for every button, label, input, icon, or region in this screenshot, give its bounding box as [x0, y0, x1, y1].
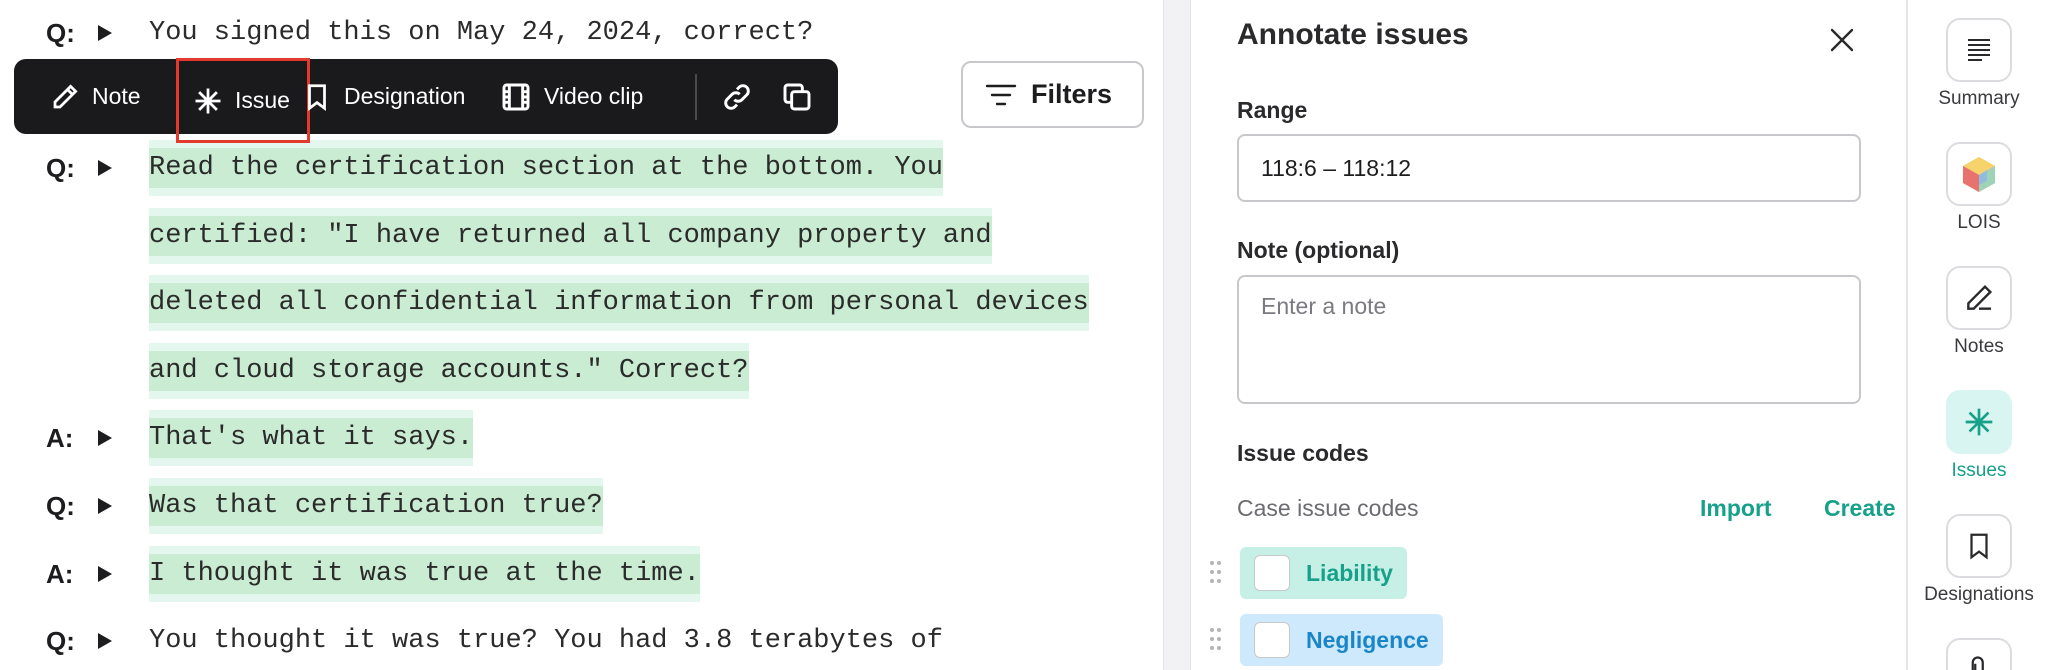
bookmark-icon — [308, 83, 326, 111]
transcript-line: Q: You signed this on May 24, 2024, corr… — [0, 13, 1163, 53]
speaker-label: A: — [46, 423, 74, 453]
asterisk-icon — [195, 88, 221, 113]
transcript-line: Q: You thought it was true? You had 3.8 … — [0, 621, 1163, 661]
play-icon[interactable] — [98, 633, 112, 649]
designation-button-label: Designation — [344, 83, 466, 109]
asterisk-icon — [1946, 390, 2012, 454]
pane-resize-handle[interactable] — [1163, 0, 1191, 670]
lois-icon — [1946, 142, 2012, 206]
toolbar-divider — [695, 74, 697, 120]
issue-code-name: Negligence — [1306, 626, 1429, 653]
note-label: Note (optional) — [1237, 237, 1400, 263]
right-rail: Summary LOIS Notes Issues Designations — [1906, 0, 2048, 670]
pen-icon — [1946, 266, 2012, 330]
pencil-icon — [53, 83, 78, 108]
transcript-text[interactable]: Was that certification true? — [149, 486, 603, 526]
film-icon — [502, 83, 530, 110]
transcript-text[interactable]: and cloud storage accounts." Correct? — [149, 351, 749, 391]
play-icon[interactable] — [98, 160, 112, 176]
video-clip-button-label: Video clip — [544, 83, 644, 109]
range-input[interactable] — [1237, 134, 1861, 202]
create-link[interactable]: Create — [1824, 495, 1896, 522]
video-clip-button[interactable]: Video clip — [500, 59, 643, 134]
filter-icon — [985, 84, 1017, 105]
drag-handle-icon[interactable] — [1210, 561, 1222, 585]
note-button[interactable]: Note — [50, 59, 141, 134]
issue-code-checkbox[interactable] — [1254, 555, 1290, 591]
issue-button[interactable]: Issue — [176, 58, 310, 143]
transcript-line: A: I thought it was true at the time. — [0, 554, 1163, 594]
play-icon[interactable] — [98, 430, 112, 446]
transcript-line: and cloud storage accounts." Correct? — [0, 351, 1163, 391]
rail-item-label: Issues — [1951, 460, 2007, 481]
rail-item-label: Summary — [1938, 88, 2020, 109]
issue-code-negligence[interactable]: Negligence — [1240, 614, 1443, 666]
transcript-line: certified: "I have returned all company … — [0, 216, 1163, 256]
issue-code-row: Liability — [1192, 547, 1892, 599]
close-icon — [1830, 28, 1854, 52]
transcript-text[interactable]: certified: "I have returned all company … — [149, 216, 992, 256]
speaker-label: Q: — [46, 626, 75, 656]
speaker-label: Q: — [46, 153, 75, 183]
transcript-text[interactable]: You thought it was true? You had 3.8 ter… — [149, 621, 943, 661]
issue-code-row: Negligence — [1192, 614, 1892, 666]
play-icon[interactable] — [98, 498, 112, 514]
link-icon — [724, 83, 750, 110]
speaker-label: Q: — [46, 491, 75, 521]
copy-icon — [783, 83, 811, 110]
issue-code-liability[interactable]: Liability — [1240, 547, 1407, 599]
case-issue-codes-label: Case issue codes — [1237, 495, 1419, 521]
filters-button-label: Filters — [1031, 79, 1113, 109]
transcript-line: A: That's what it says. — [0, 418, 1163, 458]
issue-code-name: Liability — [1306, 559, 1393, 586]
note-button-label: Note — [92, 83, 141, 109]
import-link[interactable]: Import — [1700, 495, 1772, 522]
speaker-label: Q: — [46, 18, 75, 48]
play-icon[interactable] — [98, 25, 112, 41]
paperclip-icon — [1946, 638, 2012, 670]
transcript-text[interactable]: I thought it was true at the time. — [149, 554, 700, 594]
drag-handle-icon[interactable] — [1210, 628, 1222, 652]
filters-button[interactable]: Filters — [961, 61, 1144, 128]
selection-toolbar: Note Issue Designation Video clip — [14, 58, 838, 143]
rail-item-label: LOIS — [1957, 212, 2001, 233]
bookmark-icon — [1946, 514, 2012, 578]
rail-item-label: Designations — [1924, 584, 2034, 605]
rail-item-label: Notes — [1954, 336, 2004, 357]
copy-link-button[interactable] — [721, 59, 753, 134]
speaker-label: A: — [46, 559, 74, 589]
transcript-line: deleted all confidential information fro… — [0, 283, 1163, 323]
issue-code-checkbox[interactable] — [1254, 622, 1290, 658]
transcript-text[interactable]: deleted all confidential information fro… — [149, 283, 1089, 323]
copy-button[interactable] — [781, 59, 813, 134]
transcript-text[interactable]: That's what it says. — [149, 418, 474, 458]
panel-title: Annotate issues — [1237, 18, 1469, 51]
transcript-text[interactable]: Read the certification section at the bo… — [149, 148, 943, 188]
transcript-text[interactable]: You signed this on May 24, 2024, correct… — [149, 13, 813, 53]
issue-codes-heading: Issue codes — [1237, 440, 1369, 466]
range-label: Range — [1237, 97, 1308, 123]
issue-button-label: Issue — [235, 87, 290, 113]
summary-icon — [1946, 18, 2012, 82]
designation-button[interactable]: Designation — [302, 59, 465, 134]
transcript-line: Q: Was that certification true? — [0, 486, 1163, 526]
transcript-line: Q: Read the certification section at the… — [0, 148, 1163, 188]
transcript-pane: Q: You signed this on May 24, 2024, corr… — [0, 0, 1163, 670]
note-textarea[interactable] — [1237, 275, 1861, 404]
close-button[interactable] — [1822, 20, 1862, 60]
play-icon[interactable] — [98, 566, 112, 582]
annotate-issues-panel: Annotate issues Range Note (optional) Is… — [1192, 0, 1906, 670]
